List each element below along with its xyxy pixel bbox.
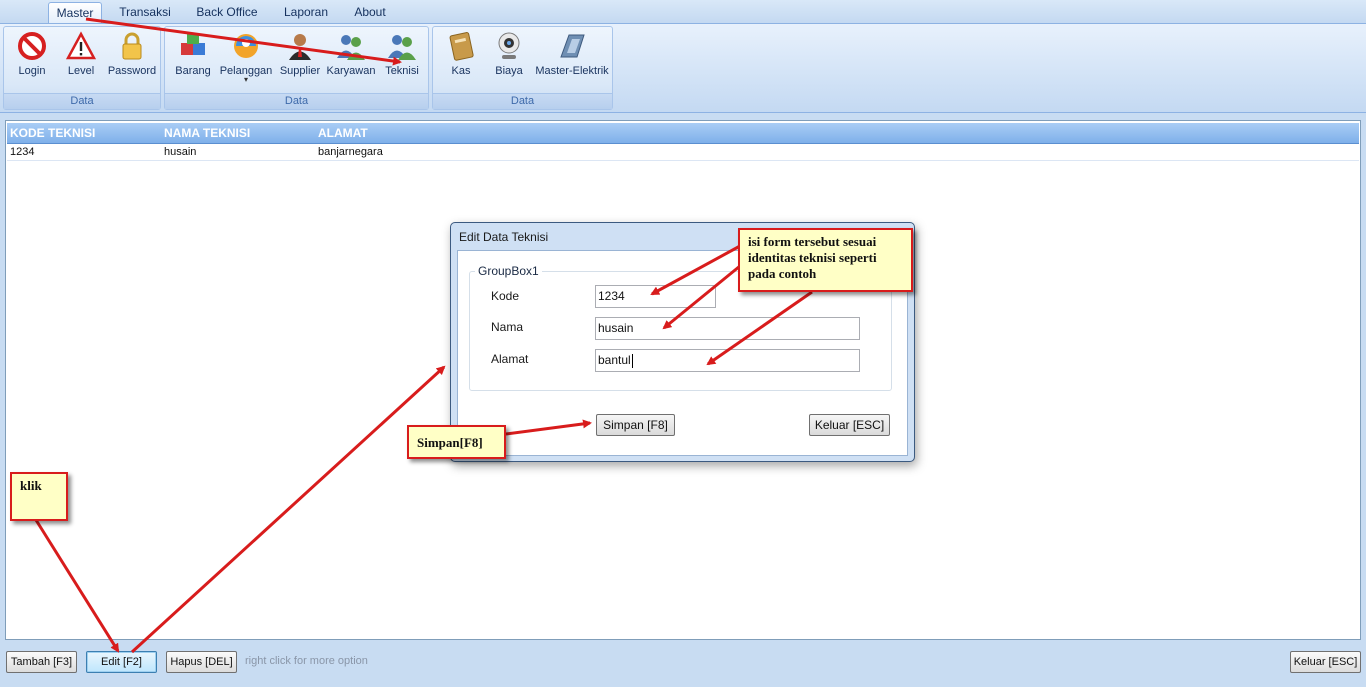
arrow-callout-to-nama: [662, 264, 741, 330]
annotation-arrows: [34, 17, 813, 654]
callout-isi-form: isi form tersebut sesuai identitas tekni…: [738, 228, 913, 292]
arrow-to-simpan: [505, 419, 592, 436]
arrow-edit-to-dialog: [130, 365, 446, 654]
arrow-callout-to-alamat: [706, 290, 813, 366]
callout-simpan: Simpan[F8]: [407, 425, 506, 459]
callout-klik: klik: [10, 472, 68, 521]
arrow-klik-to-edit: [34, 519, 120, 653]
arrow-master-to-teknisi: [85, 17, 402, 66]
arrow-callout-to-kode: [650, 244, 741, 296]
